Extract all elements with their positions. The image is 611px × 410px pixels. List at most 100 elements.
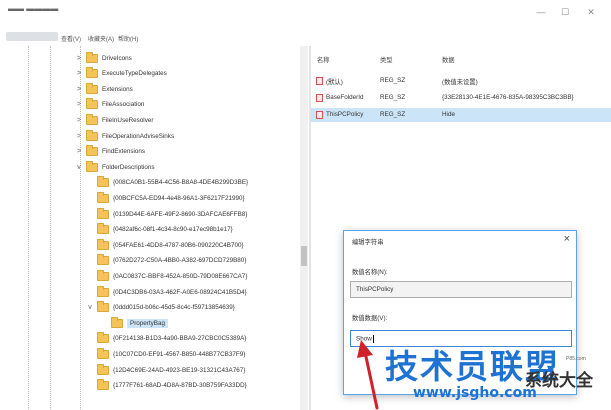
value-name: ThisPCPolicy — [326, 111, 364, 118]
tree-item-label: {0F214138-B1D3-4a90-BBA9-27CBC0C5389A} — [113, 335, 247, 343]
tree-item[interactable]: {0482af6c-08f1-4c34-8c90-e17ec98b1e17} — [86, 223, 233, 237]
tree-item[interactable]: {008CA0B1-55B4-4C56-B8A8-4DE4B299D3BE} — [86, 176, 248, 190]
tree-item-selected[interactable]: PropertyBag — [100, 316, 169, 330]
tree-item-label: FolderDescriptions — [102, 163, 155, 171]
tree-item-label: {1777F761-68AD-4D8A-87BD-30B759FA33DD} — [113, 382, 247, 390]
folder-icon — [86, 160, 98, 172]
tree-item[interactable]: {00BCFC5A-ED94-4e48-96A1-3F6217F21990} — [86, 191, 245, 205]
folder-icon — [97, 254, 109, 266]
expand-chevron-icon[interactable]: > — [75, 101, 83, 108]
window-titlebar: ▬▬ ▬▬▬▬ — ☐ ✕ — [0, 0, 611, 28]
value-name-label: 数值名称(N): — [352, 269, 388, 276]
tree-item[interactable]: > FileAssociation — [75, 98, 144, 112]
collapse-chevron-icon[interactable]: v — [75, 164, 83, 171]
folder-icon — [97, 347, 109, 359]
tree-item[interactable]: {0AC0837C-BBF8-452A-850D-79D08E667CA7} — [86, 269, 247, 283]
menu-favorites[interactable]: 收藏夹(A) — [88, 34, 114, 43]
tree-scrollbar[interactable] — [300, 46, 308, 410]
tree-scrollbar-thumb[interactable] — [301, 246, 307, 266]
window-title-blurred: ▬▬ ▬▬▬▬ — [8, 4, 59, 13]
tree-item[interactable]: > DriveIcons — [75, 51, 132, 65]
red-arrow-annotation — [357, 340, 379, 410]
tree-item-label: {0482af6c-08f1-4c34-8c90-e17ec98b1e17} — [113, 226, 233, 234]
tree-item-label: ExecuteTypeDelegates — [102, 70, 167, 78]
registry-key-tree: > DriveIcons > ExecuteTypeDelegates > Extensi… — [0, 46, 310, 410]
value-data: {33E28130-4E1E-4676-835A-98395C3BC3BB} — [442, 94, 574, 101]
tree-item-label: {00BCFC5A-ED94-4e48-96A1-3F6217F21990} — [113, 194, 245, 202]
tree-item-label: {0139D44E-6AFE-49F2-8690-3DAFCAE6FFB8} — [113, 210, 248, 218]
tree-item[interactable]: > FileInUseResolver — [75, 113, 153, 127]
folder-icon — [86, 113, 98, 125]
address-bar-blurred — [6, 32, 58, 41]
tree-item-label: FindExtensions — [102, 148, 146, 156]
tree-item[interactable]: > ExecuteTypeDelegates — [75, 67, 167, 81]
folder-icon — [97, 379, 109, 391]
folder-icon — [97, 269, 109, 281]
menu-view[interactable]: 查看(V) — [61, 34, 81, 43]
watermark-url: www.jsgho.com — [413, 385, 537, 401]
folder-icon — [97, 238, 109, 250]
expand-chevron-icon[interactable]: > — [75, 133, 83, 140]
tree-item[interactable]: v FolderDescriptions — [75, 160, 155, 174]
tree-item-label: {008CA0B1-55B4-4C56-B8A8-4DE4B299D3BE} — [113, 179, 249, 187]
string-value-icon — [316, 111, 323, 119]
expand-chevron-icon[interactable]: > — [75, 117, 83, 124]
tree-item-label: {0762D272-C50A-4BB0-A382-697DCD729B80} — [113, 257, 247, 265]
menu-help[interactable]: 帮助(H) — [118, 34, 138, 43]
expand-chevron-icon[interactable]: > — [75, 148, 83, 155]
tree-item[interactable]: {0139D44E-6AFE-49F2-8690-3DAFCAE6FFB8} — [86, 207, 247, 221]
value-row-selected[interactable]: ThisPCPolicy REG_SZ Hide — [311, 108, 611, 122]
tree-item[interactable]: {0D4C3DB6-03A3-462F-A0E6-08924C41B5D4} — [86, 285, 247, 299]
tree-item[interactable]: v {0ddd015d-b06c-45d5-8c4c-f59713854639} — [86, 301, 235, 315]
value-data: Hide — [442, 111, 455, 118]
tree-item[interactable]: > Extensions — [75, 82, 133, 96]
tree-item[interactable]: {0762D272-C50A-4BB0-A382-697DCD729B80} — [86, 254, 246, 268]
tree-guide-line — [50, 46, 51, 410]
tree-item-label: {0D4C3DB6-03A3-462F-A0E6-08924C41B5D4} — [113, 288, 247, 296]
watermark-site-name: 系统大全 — [525, 371, 593, 391]
tree-item-label: {0ddd015d-b06c-45d5-8c4c-f59713854639} — [113, 304, 235, 312]
tree-item-label: {10C07CD0-EF91-4567-B850-448B77CB37F9} — [113, 350, 246, 358]
folder-icon — [97, 363, 109, 375]
tree-item-label: Extensions — [102, 85, 133, 93]
tree-item-label: {054FAE61-4DD8-4787-80B6-090220C4B700} — [113, 241, 244, 249]
tree-item[interactable]: > FindExtensions — [75, 145, 145, 159]
column-header-data[interactable]: 数据 — [442, 55, 455, 64]
expand-chevron-icon[interactable]: > — [75, 86, 83, 93]
column-header-name[interactable]: 名称 — [317, 55, 330, 64]
value-row[interactable]: (默认) REG_SZ (数值未设置) — [311, 74, 611, 88]
minimize-icon[interactable]: — — [534, 6, 548, 18]
folder-icon — [97, 207, 109, 219]
folder-icon — [97, 176, 109, 188]
dialog-close-icon[interactable]: × — [564, 233, 570, 245]
value-name-text: ThisPCPolicy — [356, 286, 394, 293]
expand-chevron-icon[interactable]: > — [75, 55, 83, 62]
folder-icon — [86, 98, 98, 110]
close-icon[interactable]: ✕ — [584, 6, 598, 18]
tree-item[interactable]: {12D4C69E-24AD-4923-BE19-31321C43A767} — [86, 363, 245, 377]
tree-item[interactable]: {0F214138-B1D3-4a90-BBA9-27CBC0C5389A} — [86, 332, 246, 346]
list-header: 名称 类型 数据 — [311, 46, 611, 70]
value-name: (默认) — [326, 79, 343, 86]
watermark-domain: P85.com — [566, 356, 586, 362]
tree-item-label: {12D4C69E-24AD-4923-BE19-31321C43A767} — [113, 366, 246, 374]
folder-icon — [86, 67, 98, 79]
column-header-type[interactable]: 类型 — [380, 55, 393, 64]
tree-item[interactable]: {1777F761-68AD-4D8A-87BD-30B759FA33DD} — [86, 379, 247, 393]
collapse-chevron-icon[interactable]: v — [86, 304, 94, 311]
expand-chevron-icon[interactable]: > — [75, 70, 83, 77]
tree-item[interactable]: > FileOperationAdviseSinks — [75, 129, 174, 143]
tree-item[interactable]: {054FAE61-4DD8-4787-80B6-090220C4B700} — [86, 238, 244, 252]
tree-item-label: DriveIcons — [102, 54, 132, 62]
folder-icon — [97, 332, 109, 344]
maximize-icon[interactable]: ☐ — [558, 6, 572, 18]
tree-item-label: FileInUseResolver — [102, 116, 154, 124]
tree-item-label: FileAssociation — [102, 101, 145, 109]
tree-guide-line — [28, 46, 29, 410]
value-type: REG_SZ — [380, 111, 406, 118]
value-row[interactable]: BaseFolderId REG_SZ {33E28130-4E1E-4676-83… — [311, 91, 611, 105]
folder-icon — [97, 191, 109, 203]
dialog-title: 编辑字符串 — [352, 239, 384, 246]
tree-item[interactable]: {10C07CD0-EF91-4567-B850-448B77CB37F9} — [86, 347, 245, 361]
tree-item-label: {0AC0837C-BBF8-452A-850D-79D08E667CA7} — [113, 272, 248, 280]
